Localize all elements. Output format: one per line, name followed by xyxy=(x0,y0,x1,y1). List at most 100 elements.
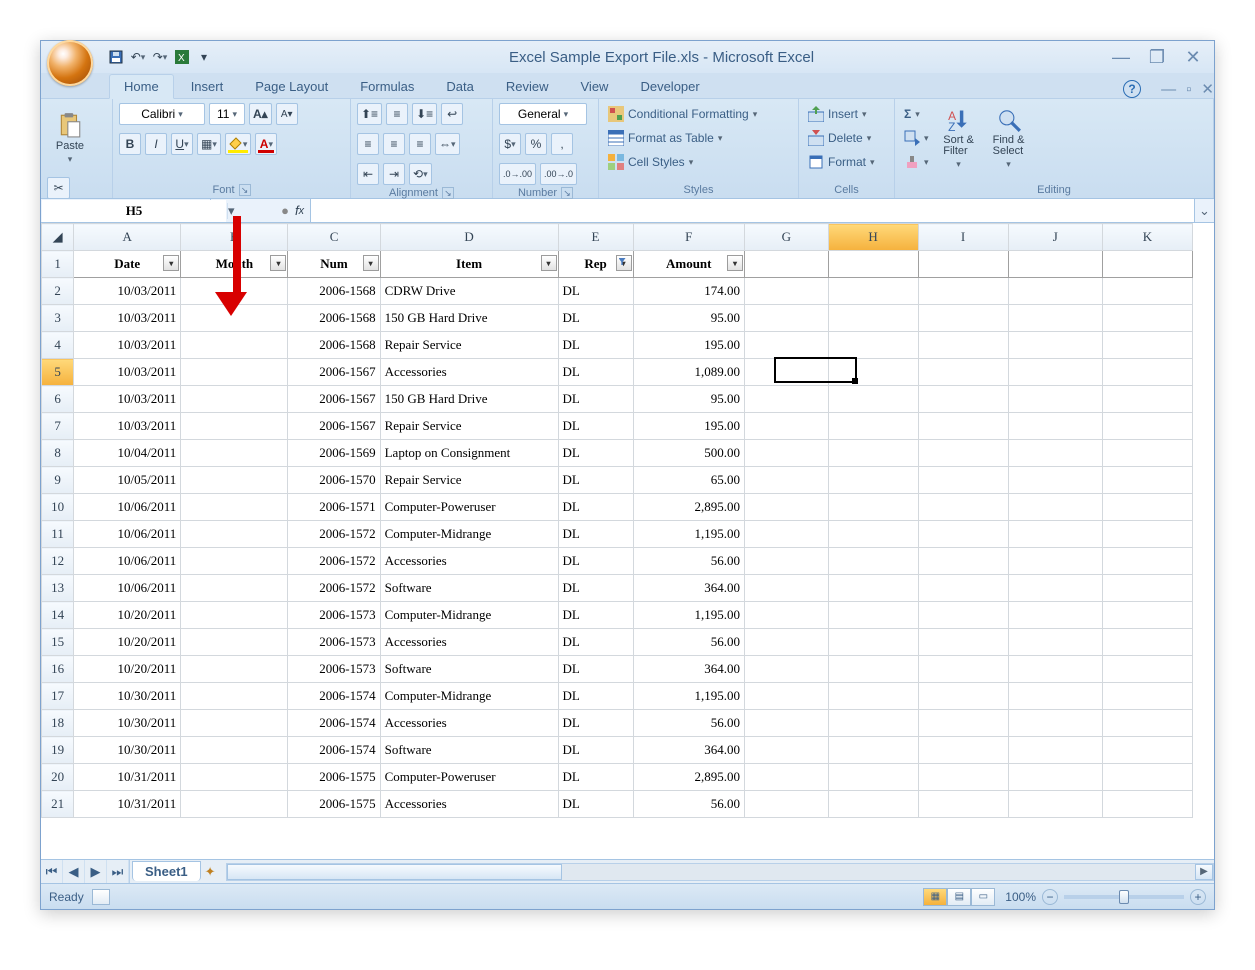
cell[interactable] xyxy=(1102,575,1192,602)
cell[interactable]: Computer-Midrange xyxy=(380,602,558,629)
cell[interactable] xyxy=(744,494,828,521)
cell[interactable]: DL xyxy=(558,359,633,386)
cell[interactable] xyxy=(1102,710,1192,737)
cell[interactable]: 10/30/2011 xyxy=(74,737,181,764)
cell[interactable] xyxy=(744,575,828,602)
cell[interactable]: DL xyxy=(558,332,633,359)
cell[interactable] xyxy=(918,683,1008,710)
cell[interactable] xyxy=(1102,791,1192,818)
cell[interactable]: DL xyxy=(558,413,633,440)
filter-month[interactable]: ▾ xyxy=(270,255,286,271)
tab-view[interactable]: View xyxy=(566,74,624,98)
row-header-6[interactable]: 6 xyxy=(42,386,74,413)
mdi-restore-button[interactable]: ▫ xyxy=(1186,81,1191,98)
cell[interactable]: 10/06/2011 xyxy=(74,521,181,548)
row-header-17[interactable]: 17 xyxy=(42,683,74,710)
cell[interactable]: 10/31/2011 xyxy=(74,791,181,818)
cell[interactable]: 10/06/2011 xyxy=(74,548,181,575)
cell[interactable] xyxy=(1008,629,1102,656)
cell[interactable] xyxy=(828,359,918,386)
cell[interactable]: DL xyxy=(558,494,633,521)
row-header-10[interactable]: 10 xyxy=(42,494,74,521)
cell[interactable]: Repair Service xyxy=(380,413,558,440)
cell[interactable] xyxy=(744,629,828,656)
cut-icon[interactable]: ✂ xyxy=(47,177,70,199)
row-header-19[interactable]: 19 xyxy=(42,737,74,764)
align-left-icon[interactable]: ≡ xyxy=(357,133,379,155)
filter-num[interactable]: ▾ xyxy=(363,255,379,271)
cell[interactable] xyxy=(744,440,828,467)
cell[interactable]: 10/03/2011 xyxy=(74,386,181,413)
cell[interactable]: DL xyxy=(558,521,633,548)
row-header-15[interactable]: 15 xyxy=(42,629,74,656)
fx-label[interactable]: ●fx xyxy=(211,199,311,222)
tab-home[interactable]: Home xyxy=(109,74,174,99)
cell[interactable] xyxy=(918,629,1008,656)
cell[interactable] xyxy=(918,440,1008,467)
macro-record-icon[interactable] xyxy=(92,889,110,905)
close-button[interactable]: ✕ xyxy=(1182,47,1204,68)
row-header-4[interactable]: 4 xyxy=(42,332,74,359)
cell[interactable] xyxy=(1008,278,1102,305)
filter-date[interactable]: ▾ xyxy=(163,255,179,271)
cell[interactable] xyxy=(918,764,1008,791)
cell[interactable] xyxy=(828,710,918,737)
cell[interactable] xyxy=(828,575,918,602)
cell[interactable]: DL xyxy=(558,656,633,683)
cell[interactable]: DL xyxy=(558,278,633,305)
cell[interactable]: 10/05/2011 xyxy=(74,467,181,494)
view-page-layout-icon[interactable]: ▤ xyxy=(947,888,971,906)
cell[interactable] xyxy=(744,386,828,413)
sheet-nav-next-icon[interactable]: ▶ xyxy=(85,860,107,883)
cell[interactable] xyxy=(1102,359,1192,386)
cell[interactable] xyxy=(1008,683,1102,710)
cell[interactable] xyxy=(181,548,288,575)
tab-formulas[interactable]: Formulas xyxy=(345,74,429,98)
cell[interactable] xyxy=(181,359,288,386)
row-header-11[interactable]: 11 xyxy=(42,521,74,548)
restore-button[interactable]: ❐ xyxy=(1146,47,1168,68)
cell[interactable]: DL xyxy=(558,602,633,629)
paste-button[interactable]: Paste ▾ xyxy=(47,103,93,173)
format-as-table-button[interactable]: Format as Table▾ xyxy=(605,127,725,149)
cell[interactable]: DL xyxy=(558,791,633,818)
fill-button[interactable]: ▾ xyxy=(901,127,932,149)
row-header-20[interactable]: 20 xyxy=(42,764,74,791)
cell[interactable] xyxy=(1102,278,1192,305)
cell[interactable] xyxy=(1008,737,1102,764)
cell[interactable]: Computer-Midrange xyxy=(380,683,558,710)
cell[interactable] xyxy=(918,278,1008,305)
cell[interactable]: Software xyxy=(380,737,558,764)
cell[interactable]: 364.00 xyxy=(633,737,744,764)
decrease-indent-icon[interactable]: ⇤ xyxy=(357,163,379,185)
tab-page-layout[interactable]: Page Layout xyxy=(240,74,343,98)
cell[interactable] xyxy=(828,386,918,413)
cell[interactable] xyxy=(918,467,1008,494)
cell[interactable]: 10/20/2011 xyxy=(74,602,181,629)
cell[interactable]: 56.00 xyxy=(633,629,744,656)
cell[interactable] xyxy=(828,791,918,818)
cell[interactable]: 1,089.00 xyxy=(633,359,744,386)
increase-font-icon[interactable]: A▴ xyxy=(249,103,272,125)
cell[interactable]: 1,195.00 xyxy=(633,521,744,548)
decrease-font-icon[interactable]: A▾ xyxy=(276,103,298,125)
find-select-button[interactable]: Find & Select▾ xyxy=(986,103,1032,173)
zoom-level[interactable]: 100% xyxy=(1005,890,1036,904)
tab-review[interactable]: Review xyxy=(491,74,564,98)
cell[interactable]: 2006-1568 xyxy=(288,305,380,332)
cell[interactable] xyxy=(918,332,1008,359)
cell[interactable]: 1,195.00 xyxy=(633,683,744,710)
cell[interactable] xyxy=(1102,521,1192,548)
cell[interactable]: 56.00 xyxy=(633,548,744,575)
cell[interactable] xyxy=(1008,359,1102,386)
cell[interactable] xyxy=(181,440,288,467)
cell[interactable]: 65.00 xyxy=(633,467,744,494)
cell[interactable] xyxy=(744,602,828,629)
row-header-14[interactable]: 14 xyxy=(42,602,74,629)
alignment-dialog-launcher[interactable]: ↘ xyxy=(442,187,454,199)
cell[interactable] xyxy=(1102,440,1192,467)
increase-indent-icon[interactable]: ⇥ xyxy=(383,163,405,185)
cell[interactable]: DL xyxy=(558,683,633,710)
sheet-nav-prev-icon[interactable]: ◀ xyxy=(63,860,85,883)
cell[interactable] xyxy=(744,764,828,791)
